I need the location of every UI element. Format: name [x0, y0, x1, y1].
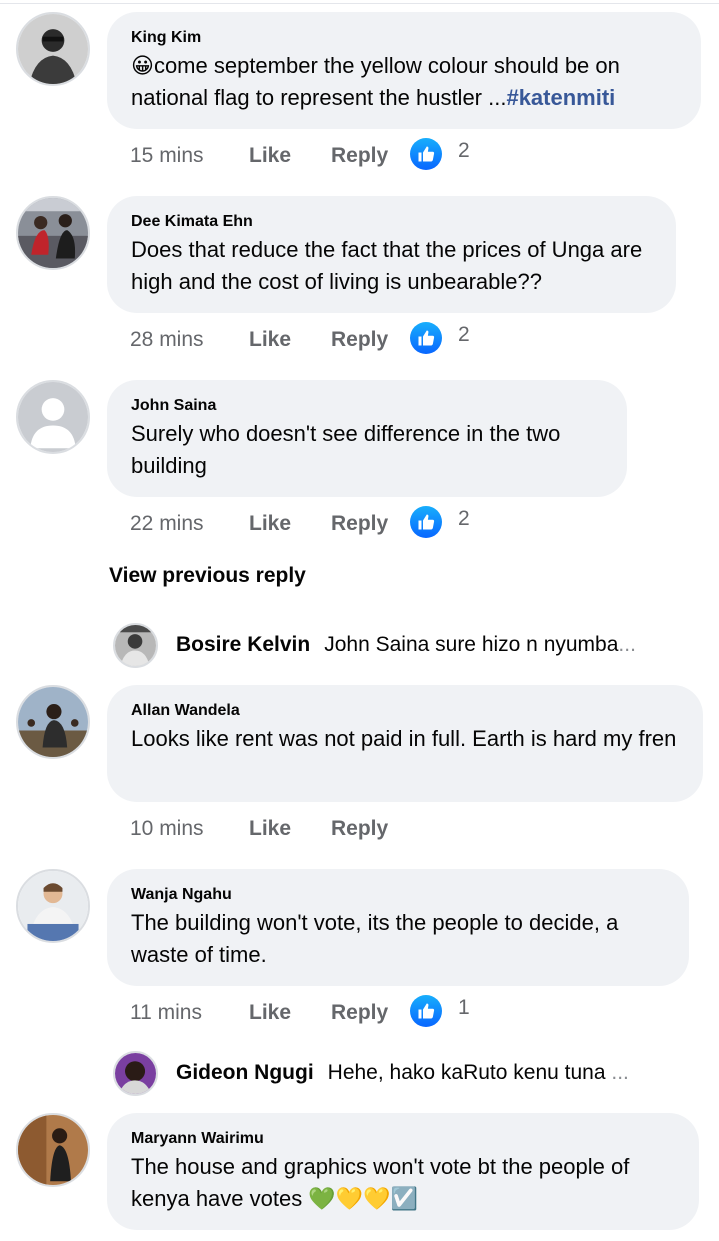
comment-time[interactable]: 11 mins — [130, 1001, 249, 1025]
comment-bubble[interactable]: John Saina Surely who doesn't see differ… — [107, 380, 627, 497]
comment-meta: 10 mins Like Reply — [130, 812, 411, 846]
reply-ellipsis: ... — [618, 633, 636, 656]
comment-author[interactable]: Maryann Wairimu — [131, 1129, 675, 1149]
reply-button[interactable]: Reply — [331, 328, 411, 352]
reaction-count[interactable]: 2 — [458, 139, 470, 163]
comment-author[interactable]: John Saina — [131, 396, 603, 416]
top-divider — [0, 0, 719, 4]
avatar-maryann-wairimu[interactable] — [16, 1113, 90, 1187]
comment-author[interactable]: Wanja Ngahu — [131, 885, 665, 905]
reply-author[interactable]: Gideon Ngugi — [176, 1061, 314, 1085]
like-thumb-icon[interactable] — [410, 995, 442, 1027]
like-thumb-icon[interactable] — [410, 138, 442, 170]
reply-text: John Saina sure hizo n nyumba... — [324, 633, 636, 657]
comment-meta: 15 mins Like Reply 2 — [130, 138, 470, 173]
reaction-count[interactable]: 2 — [458, 507, 470, 531]
avatar-bosire-kelvin[interactable] — [113, 622, 158, 668]
reply-body: Hehe, hako kaRuto kenu tuna — [327, 1061, 606, 1084]
comment-bubble[interactable]: King Kim 😀come september the yellow colo… — [107, 12, 701, 129]
reply-ellipsis: ... — [611, 1061, 629, 1084]
like-button[interactable]: Like — [249, 328, 331, 352]
reply-preview[interactable]: Bosire Kelvin John Saina sure hizo n nyu… — [113, 622, 703, 668]
reply-button[interactable]: Reply — [331, 817, 411, 841]
comment-time[interactable]: 28 mins — [130, 328, 249, 352]
comment-meta: 11 mins Like Reply 1 — [130, 995, 470, 1030]
avatar-john-saina[interactable] — [16, 380, 90, 454]
comment-bubble[interactable]: Wanja Ngahu The building won't vote, its… — [107, 869, 689, 986]
like-button[interactable]: Like — [249, 512, 331, 536]
avatar-king-kim[interactable] — [16, 12, 90, 86]
comment-meta: 22 mins Like Reply 2 — [130, 506, 470, 541]
reaction-count[interactable]: 1 — [458, 996, 470, 1020]
like-button[interactable]: Like — [249, 144, 331, 168]
reply-button[interactable]: Reply — [331, 144, 411, 168]
heart-emoji-icon: 💚💛💛☑️ — [308, 1186, 418, 1211]
reaction-count[interactable]: 2 — [458, 323, 470, 347]
like-thumb-icon[interactable] — [410, 506, 442, 538]
comment-bubble[interactable]: Dee Kimata Ehn Does that reduce the fact… — [107, 196, 676, 313]
reply-preview[interactable]: Gideon Ngugi Hehe, hako kaRuto kenu tuna… — [113, 1050, 703, 1096]
comment-author[interactable]: Allan Wandela — [131, 701, 679, 721]
comment-text: 😀come september the yellow colour should… — [131, 50, 677, 114]
comment-meta: 28 mins Like Reply 2 — [130, 322, 470, 357]
comment-bubble[interactable]: Maryann Wairimu The house and graphics w… — [107, 1113, 699, 1230]
reply-button[interactable]: Reply — [331, 1001, 411, 1025]
like-button[interactable]: Like — [249, 817, 331, 841]
comment-time[interactable]: 15 mins — [130, 144, 249, 168]
comment-time[interactable]: 22 mins — [130, 512, 249, 536]
comment-time[interactable]: 10 mins — [130, 817, 249, 841]
like-thumb-icon[interactable] — [410, 322, 442, 354]
comment-text: Looks like rent was not paid in full. Ea… — [131, 726, 677, 751]
hashtag-link[interactable]: #katenmiti — [506, 85, 615, 110]
grinning-emoji-icon: 😀 — [131, 53, 154, 78]
comment-text: Surely who doesn't see difference in the… — [131, 421, 561, 478]
reply-author[interactable]: Bosire Kelvin — [176, 633, 310, 657]
comment-bubble[interactable]: Allan Wandela Looks like rent was not pa… — [107, 685, 703, 802]
view-previous-reply-link[interactable]: View previous reply — [109, 564, 306, 588]
reply-body: John Saina sure hizo n nyumba — [324, 633, 619, 656]
reply-button[interactable]: Reply — [331, 512, 411, 536]
comment-text: The house and graphics won't vote bt the… — [131, 1151, 675, 1215]
comment-text: Does that reduce the fact that the price… — [131, 237, 643, 294]
avatar-wanja-ngahu[interactable] — [16, 869, 90, 943]
reply-text: Hehe, hako kaRuto kenu tuna ... — [328, 1061, 629, 1085]
comment-author[interactable]: King Kim — [131, 28, 677, 48]
like-button[interactable]: Like — [249, 1001, 331, 1025]
avatar-gideon-ngugi[interactable] — [113, 1050, 158, 1096]
avatar-allan-wandela[interactable] — [16, 685, 90, 759]
avatar-dee-kimata-ehn[interactable] — [16, 196, 90, 270]
comment-text: The building won't vote, its the people … — [131, 910, 619, 967]
comment-author[interactable]: Dee Kimata Ehn — [131, 212, 652, 232]
